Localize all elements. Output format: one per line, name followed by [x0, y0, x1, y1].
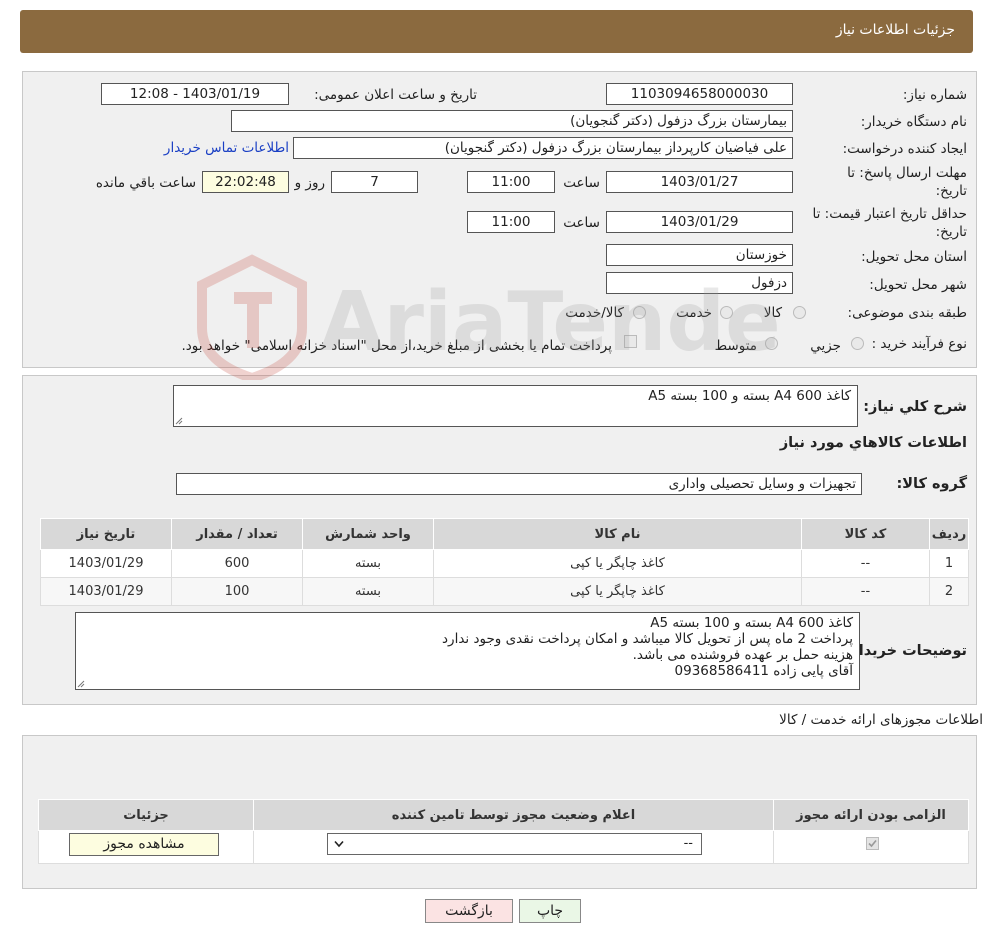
need-date: 1403/01/29 — [40, 549, 172, 578]
remaining-time-field: 22:02:48 — [202, 171, 289, 193]
announce-datetime-field: 1403/01/19 - 12:08 — [101, 83, 289, 105]
treasury-payment-checkbox[interactable] — [624, 335, 637, 348]
col-need-date: تاریخ نیاز — [40, 518, 172, 550]
chevron-down-icon — [334, 840, 344, 848]
need-description-label: شرح كلي نياز: — [863, 399, 967, 415]
goods-name: کاغذ چاپگر یا کپی — [433, 577, 802, 606]
permit-status-value: -- — [683, 836, 693, 851]
remaining-days-field: 7 — [331, 171, 418, 193]
deadline-time-label: ساعت — [563, 175, 600, 191]
buyer-notes-line: هزینه حمل بر عهده فروشنده می باشد. — [632, 647, 853, 663]
days-label: روز و — [294, 175, 325, 191]
goods-code: -- — [801, 549, 930, 578]
treasury-payment-note: پرداخت تمام یا بخشی از مبلغ خرید،از محل … — [181, 338, 612, 354]
goods-name: کاغذ چاپگر یا کپی — [433, 549, 802, 578]
deadline-time-field: 11:00 — [467, 171, 555, 193]
category-option-service: خدمت — [676, 305, 712, 321]
col-permit-status: اعلام وضعیت مجوز توسط تامین کننده — [253, 799, 774, 831]
goods-code: -- — [801, 577, 930, 606]
col-quantity: تعداد / مقدار — [171, 518, 303, 550]
row-number: 1 — [929, 549, 969, 578]
page-header: جزئیات اطلاعات نیاز — [20, 10, 973, 53]
process-type-label: نوع فرآیند خرید : — [871, 336, 967, 352]
city-label: شهر محل تحویل: — [869, 277, 967, 293]
category-radio-service[interactable] — [720, 306, 733, 319]
category-option-goods-service: کالا/خدمت — [565, 305, 624, 321]
col-row-number: رديف — [929, 518, 969, 550]
resize-grip-icon[interactable] — [77, 680, 85, 688]
buyer-notes-label: توضیحات خریدار: — [844, 643, 967, 659]
permit-status-select[interactable]: -- — [327, 833, 702, 855]
buyer-org-label: نام دستگاه خریدار: — [860, 114, 967, 130]
category-option-goods: کالا — [763, 305, 782, 321]
category-label: طبقه بندی موضوعی: — [847, 305, 967, 321]
buyer-contact-link[interactable]: اطلاعات تماس خریدار — [164, 140, 289, 156]
buyer-notes-line: آقای پایی زاده 09368586411 — [674, 663, 853, 679]
page-title: جزئیات اطلاعات نیاز — [835, 22, 955, 38]
col-goods-code: کد کالا — [801, 518, 930, 550]
need-number-label: شماره نیاز: — [902, 87, 967, 103]
goods-table: رديف کد کالا نام کالا واحد شمارش تعداد /… — [40, 518, 969, 606]
price-validity-label: حداقل تاریخ اعتبار قیمت: تا — [812, 206, 967, 222]
resize-grip-icon[interactable] — [175, 417, 183, 425]
quantity: 600 — [171, 549, 303, 578]
creator-label: ایجاد کننده درخواست: — [842, 141, 967, 157]
buyer-notes-textarea[interactable]: کاغذ A4 600 بسته و 100 بسته A5 پرداخت 2 … — [75, 612, 860, 690]
goods-table-header: رديف کد کالا نام کالا واحد شمارش تعداد /… — [40, 518, 969, 550]
back-button[interactable]: بازگشت — [425, 899, 513, 923]
col-permit-required: الزامی بودن ارائه مجوز — [773, 799, 969, 831]
table-row: 1 -- کاغذ چاپگر یا کپی بسته 600 1403/01/… — [40, 549, 969, 578]
remaining-time-label: ساعت باقي مانده — [95, 175, 196, 191]
goods-info-title: اطلاعات کالاهاي مورد نياز — [779, 435, 967, 451]
quantity: 100 — [171, 577, 303, 606]
need-number-field: 1103094658000030 — [606, 83, 793, 105]
price-validity-time-field: 11:00 — [467, 211, 555, 233]
goods-group-label: گروه کالا: — [896, 476, 967, 492]
table-row: 2 -- کاغذ چاپگر یا کپی بسته 100 1403/01/… — [40, 577, 969, 606]
col-unit: واحد شمارش — [302, 518, 434, 550]
deadline-label-date: تاریخ: — [935, 183, 967, 199]
need-description-textarea[interactable]: کاغذ A4 600 بسته و 100 بسته A5 — [173, 385, 858, 427]
price-validity-label-date: تاریخ: — [935, 224, 967, 240]
need-description-text: کاغذ A4 600 بسته و 100 بسته A5 — [648, 388, 851, 404]
print-button[interactable]: چاپ — [519, 899, 581, 923]
announce-datetime-label: تاریخ و ساعت اعلان عمومی: — [314, 87, 477, 103]
province-field: خوزستان — [606, 244, 793, 266]
buyer-notes-line: کاغذ A4 600 بسته و 100 بسته A5 — [650, 615, 853, 631]
permits-table-header: الزامی بودن ارائه مجوز اعلام وضعیت مجوز … — [38, 799, 969, 831]
category-radio-goods-service[interactable] — [633, 306, 646, 319]
city-field: دزفول — [606, 272, 793, 294]
process-radio-minor[interactable] — [851, 337, 864, 350]
permits-section-title: اطلاعات مجوزهای ارائه خدمت / کالا — [779, 712, 983, 728]
unit: بسته — [302, 577, 434, 606]
province-label: استان محل تحویل: — [861, 249, 967, 265]
process-option-minor: جزیي — [810, 338, 841, 354]
row-number: 2 — [929, 577, 969, 606]
category-radio-goods[interactable] — [793, 306, 806, 319]
view-permit-button[interactable]: مشاهده مجوز — [69, 833, 219, 856]
process-option-medium: متوسط — [714, 338, 757, 354]
creator-field: علی فیاضیان کارپرداز بیمارستان بزرگ دزفو… — [293, 137, 793, 159]
price-validity-time-label: ساعت — [563, 215, 600, 231]
unit: بسته — [302, 549, 434, 578]
check-icon — [868, 839, 877, 848]
buyer-notes-line: پرداخت 2 ماه پس از تحویل کالا میباشد و ا… — [442, 631, 853, 647]
need-date: 1403/01/29 — [40, 577, 172, 606]
price-validity-date-field: 1403/01/29 — [606, 211, 793, 233]
process-radio-medium[interactable] — [765, 337, 778, 350]
col-goods-name: نام کالا — [433, 518, 802, 550]
deadline-date-field: 1403/01/27 — [606, 171, 793, 193]
buyer-org-field: بیمارستان بزرگ دزفول (دکتر گنجویان) — [231, 110, 793, 132]
col-permit-details: جزئیات — [38, 799, 254, 831]
deadline-label: مهلت ارسال پاسخ: تا — [847, 165, 967, 181]
goods-group-field: تجهیزات و وسایل تحصیلی واداری — [176, 473, 862, 495]
